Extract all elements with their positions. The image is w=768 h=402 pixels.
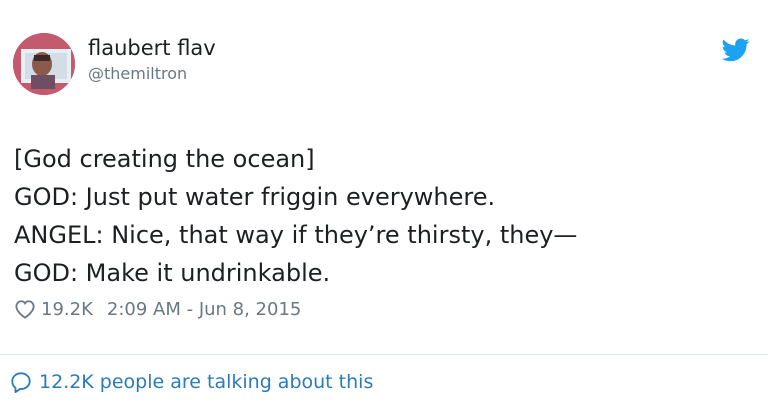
like-count[interactable]: 19.2K [41, 299, 93, 320]
heart-icon[interactable] [14, 299, 36, 319]
author-display-name[interactable]: flaubert flav [88, 35, 216, 61]
tweet-line: GOD: Make it undrinkable. [14, 259, 331, 287]
tweet-text: [God creating the ocean] GOD: Just put w… [14, 140, 754, 292]
twitter-bird-icon[interactable] [722, 38, 750, 62]
divider [0, 354, 768, 355]
tweet-meta: 19.2K 2:09 AM - Jun 8, 2015 [14, 295, 301, 323]
avatar[interactable] [13, 33, 75, 95]
tweet-timestamp[interactable]: 2:09 AM - Jun 8, 2015 [107, 299, 301, 320]
tweet-line: GOD: Just put water friggin everywhere. [14, 183, 496, 211]
tweet-line: [God creating the ocean] [14, 145, 315, 173]
tweet-card: flaubert flav @themiltron [God creating … [0, 0, 768, 402]
tweet-line: ANGEL: Nice, that way if they’re thirsty… [14, 221, 578, 249]
speech-bubble-icon [11, 372, 31, 393]
talking-about-text[interactable]: 12.2K people are talking about this [39, 371, 373, 393]
avatar-photo [13, 33, 75, 95]
talking-about-link[interactable]: 12.2K people are talking about this [10, 368, 373, 396]
author-handle[interactable]: @themiltron [88, 64, 187, 84]
